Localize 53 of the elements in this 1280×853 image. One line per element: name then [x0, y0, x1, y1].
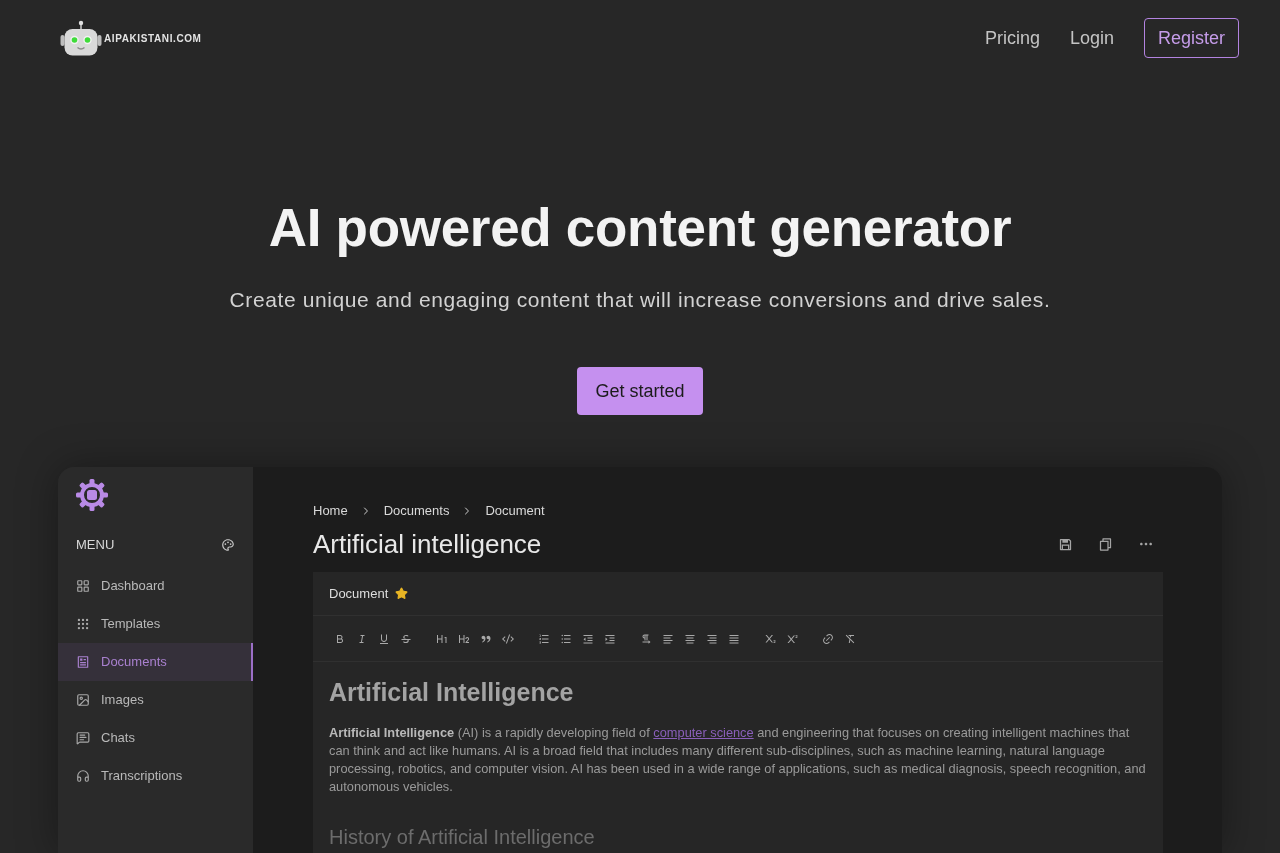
grid-icon: [76, 579, 90, 593]
image-icon: [76, 693, 90, 707]
dots-grid-icon: [76, 617, 90, 631]
copy-icon[interactable]: [1098, 536, 1113, 552]
align-center-icon[interactable]: [684, 632, 696, 645]
menu-label: MENU: [76, 536, 115, 555]
get-started-button[interactable]: Get started: [577, 367, 703, 415]
sidebar-item[interactable]: Dashboard: [58, 567, 253, 605]
breadcrumb-link[interactable]: Documents: [383, 503, 450, 519]
align-right-icon[interactable]: [706, 632, 718, 645]
cog-logo-icon: [76, 479, 108, 511]
numbered-list-icon[interactable]: [538, 632, 550, 645]
paragraph: Artificial Intelligence (AI) is a rapidly developing field of computer science and engineering that focuses on creating intelligent machines that can think and act like humans. AI is a broad field that includes many different sub-disciplines, such as machine learning, natural language processing, robotics, and computer vision. AI has been used in a wide range of applications, such as medical diagnosis, speech recognition, and autonomous vehicles.: [329, 724, 1147, 796]
content-subheading: History of Artificial Intelligence: [329, 826, 596, 848]
palette-icon[interactable]: [221, 538, 235, 552]
sidebar-item[interactable]: Transcriptions: [58, 757, 253, 795]
document-title: Artificial intelligence: [313, 528, 542, 560]
robot-logo-icon: [60, 20, 102, 56]
sidebar-item[interactable]: Templates: [58, 605, 253, 643]
content-heading: Artificial Intelligence: [329, 677, 575, 707]
strikethrough-icon[interactable]: [400, 632, 412, 645]
sidebar-item[interactable]: Chats: [58, 719, 253, 757]
chat-icon: [76, 731, 90, 745]
bold-icon[interactable]: [334, 632, 346, 645]
subscript-icon[interactable]: [764, 632, 776, 645]
outdent-icon[interactable]: [582, 632, 594, 645]
hero-title: AI powered content generator: [268, 200, 1012, 256]
headphones-icon: [76, 769, 90, 783]
indent-icon[interactable]: [604, 632, 616, 645]
align-left-icon[interactable]: [662, 632, 674, 645]
sidebar-item[interactable]: Images: [58, 681, 253, 719]
superscript-icon[interactable]: [786, 632, 798, 645]
document-icon: [76, 655, 90, 669]
heading-two-icon[interactable]: [458, 632, 470, 645]
logo-text: AIPAKISTANI.COM: [104, 31, 202, 46]
bullet-list-icon[interactable]: [560, 632, 572, 645]
nav-link[interactable]: Login: [1069, 26, 1114, 50]
link-icon[interactable]: [822, 632, 834, 645]
nav-button[interactable]: Register: [1143, 18, 1239, 58]
align-justify-icon[interactable]: [728, 632, 740, 645]
editor-tab-label: Document: [329, 584, 389, 603]
breadcrumb-link[interactable]: Home: [313, 503, 348, 519]
star-icon[interactable]: [395, 587, 409, 600]
sidebar-item[interactable]: Documents: [58, 643, 253, 681]
underline-icon[interactable]: [378, 632, 390, 645]
pilcrow-icon[interactable]: [640, 632, 652, 645]
hero-subtitle: Create unique and engaging content that will increase conversions and drive sales.: [229, 287, 1051, 313]
nav-link[interactable]: Pricing: [984, 26, 1040, 50]
save-icon[interactable]: [1058, 536, 1073, 552]
heading-one-icon[interactable]: [436, 632, 448, 645]
breadcrumb-link[interactable]: Document: [485, 503, 545, 519]
clear-format-icon[interactable]: [844, 632, 856, 645]
code-icon[interactable]: [502, 632, 514, 645]
